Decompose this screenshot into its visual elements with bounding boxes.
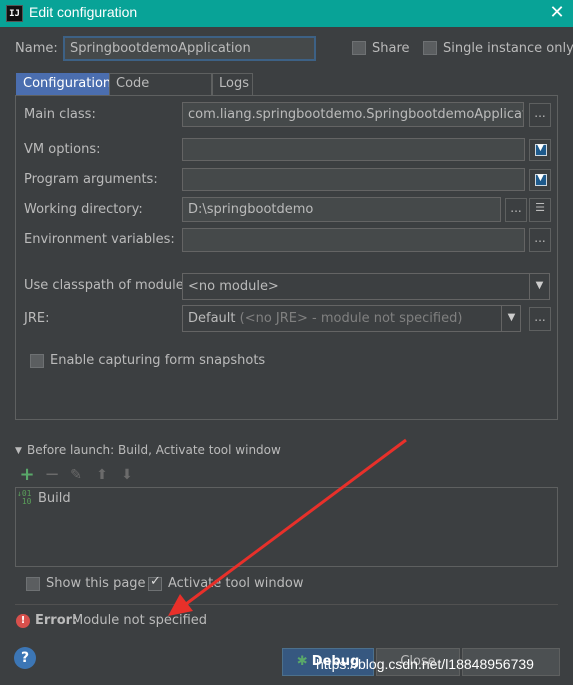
watermark-text: https://blog.csdn.net/l18848956739	[316, 656, 534, 672]
arrow-head	[168, 594, 193, 616]
annotation-arrow	[168, 438, 407, 616]
arrow-shaft	[185, 438, 407, 606]
